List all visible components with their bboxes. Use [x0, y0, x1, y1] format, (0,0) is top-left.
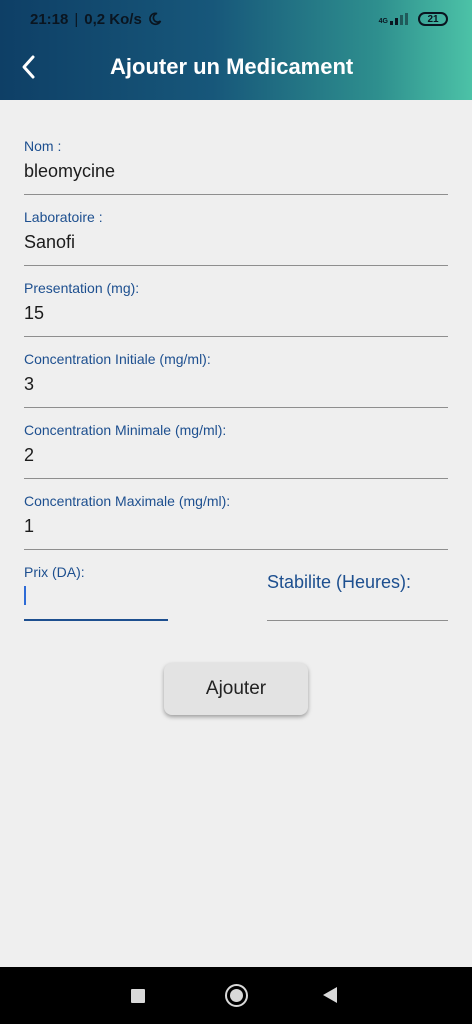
- stabilite-field[interactable]: Stabilite (Heures):: [267, 564, 448, 621]
- status-time: 21:18: [30, 10, 69, 28]
- concentration-minimale-field[interactable]: Concentration Minimale (mg/ml): 2: [24, 422, 448, 479]
- square-icon[interactable]: [131, 989, 145, 1003]
- laboratoire-value[interactable]: Sanofi: [24, 232, 448, 253]
- presentation-label: Presentation (mg):: [24, 280, 140, 296]
- page-title: Ajouter un Medicament: [110, 54, 354, 79]
- moon-icon: [149, 12, 162, 26]
- concentration-minimale-label: Concentration Minimale (mg/ml):: [24, 422, 227, 438]
- status-bar: 21:18 | 0,2 Ko/s 4G 21: [0, 0, 472, 38]
- triangle-back-icon[interactable]: [323, 987, 337, 1003]
- status-separator: |: [74, 10, 79, 28]
- network-label: 4G: [378, 18, 388, 25]
- concentration-initiale-value[interactable]: 3: [24, 374, 448, 395]
- system-nav-bar: [0, 967, 472, 1024]
- status-left: 21:18 | 0,2 Ko/s: [30, 11, 162, 28]
- concentration-initiale-field[interactable]: Concentration Initiale (mg/ml): 3: [24, 351, 448, 408]
- battery-level: 21: [427, 13, 439, 25]
- prix-label: Prix (DA):: [24, 564, 85, 580]
- circle-home-icon[interactable]: [225, 984, 248, 1007]
- chevron-left-icon: [22, 55, 35, 79]
- nom-value[interactable]: bleomycine: [24, 161, 448, 182]
- toolbar: Ajouter un Medicament: [0, 38, 472, 98]
- back-button[interactable]: [12, 50, 46, 84]
- ajouter-button[interactable]: Ajouter: [164, 663, 308, 715]
- presentation-field[interactable]: Presentation (mg): 15: [24, 280, 448, 337]
- status-speed: 0,2 Ko/s: [84, 10, 142, 28]
- text-cursor: [24, 586, 26, 605]
- concentration-maximale-value[interactable]: 1: [24, 516, 448, 537]
- prix-field[interactable]: Prix (DA):: [24, 564, 168, 621]
- concentration-maximale-field[interactable]: Concentration Maximale (mg/ml): 1: [24, 493, 448, 550]
- concentration-minimale-value[interactable]: 2: [24, 445, 448, 466]
- stabilite-label: Stabilite (Heures):: [267, 572, 412, 592]
- nom-label: Nom :: [24, 138, 62, 154]
- battery-icon: 21: [418, 12, 448, 26]
- presentation-value[interactable]: 15: [24, 303, 448, 324]
- laboratoire-field[interactable]: Laboratoire : Sanofi: [24, 209, 448, 266]
- nom-field[interactable]: Nom : bleomycine: [24, 138, 448, 195]
- concentration-maximale-label: Concentration Maximale (mg/ml):: [24, 493, 231, 509]
- signal-icon: 4G: [379, 13, 408, 25]
- concentration-initiale-label: Concentration Initiale (mg/ml):: [24, 351, 211, 367]
- laboratoire-label: Laboratoire :: [24, 209, 103, 225]
- app-header: 21:18 | 0,2 Ko/s 4G 21 Ajouter un Medica…: [0, 0, 472, 100]
- status-right: 4G 21: [379, 12, 448, 26]
